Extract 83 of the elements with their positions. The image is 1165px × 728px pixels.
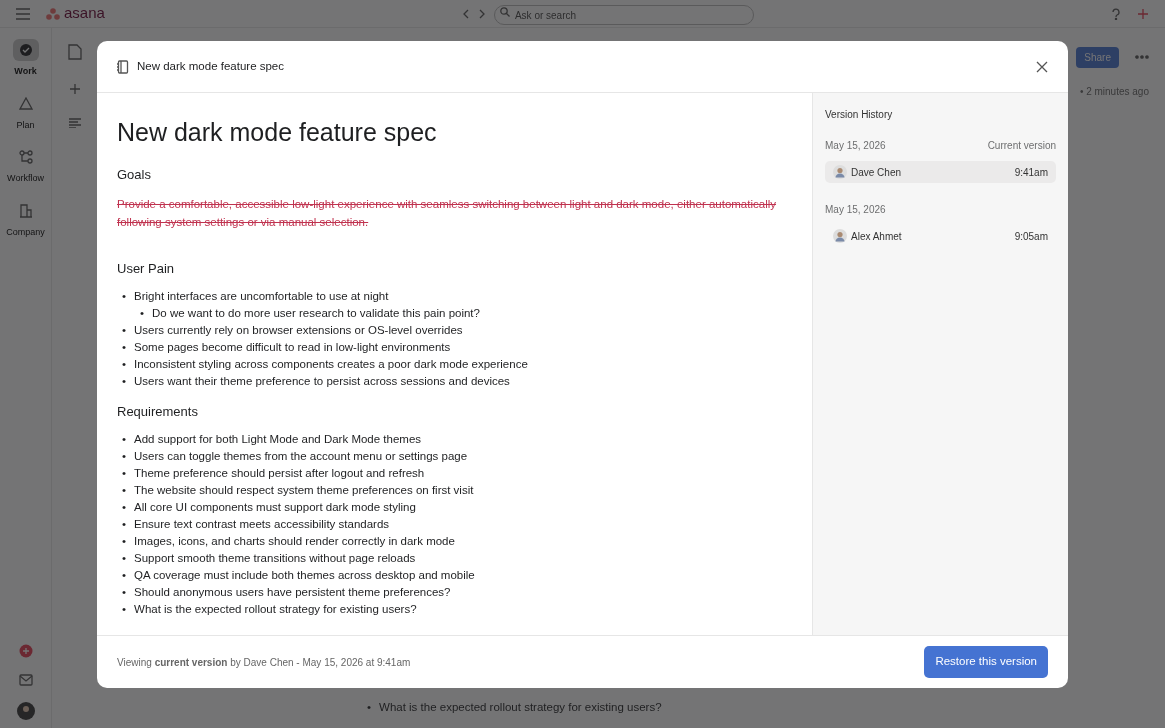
bullet: •: [122, 373, 127, 389]
bullet: •: [122, 567, 127, 583]
version-time: 9:41am: [1014, 165, 1048, 180]
list-item: Some pages become difficult to read in low-light environments: [134, 340, 451, 355]
bullet: •: [122, 340, 127, 355]
search-field[interactable]: Ask or search: [493, 5, 754, 25]
list-item: Should anonymous users have persistent theme preferences?: [134, 584, 451, 600]
share-button[interactable]: Share: [1076, 46, 1119, 68]
bullet: •: [367, 699, 372, 715]
nav-item[interactable]: Plan: [5, 89, 46, 135]
restore-button[interactable]: Restore this version: [924, 646, 1048, 678]
list-item: All core UI components must support dark mode styling: [134, 500, 416, 516]
list-item: What is the expected rollout strategy for existing users?: [134, 601, 417, 617]
check-icon: [18, 43, 33, 57]
nav-item[interactable]: Company: [5, 196, 46, 242]
bullet: •: [122, 483, 127, 499]
version-row[interactable]: Dave Chen 9:41am: [825, 161, 1056, 183]
author-name: Alex Ahmet: [851, 229, 902, 244]
bullet: •: [122, 601, 127, 617]
list-item: Do we want to do more user research to validate this pain point?: [152, 306, 480, 322]
plus-icon[interactable]: [69, 84, 80, 94]
outline-icon[interactable]: [68, 118, 81, 128]
date-label: May 15, 2026: [825, 203, 886, 217]
bullet: •: [122, 289, 127, 305]
help-icon[interactable]: [1111, 7, 1121, 20]
bullet: •: [122, 356, 127, 372]
bullet: •: [122, 500, 127, 516]
back-icon[interactable]: [461, 8, 470, 19]
bullet: •: [122, 517, 127, 533]
list-item: Bright interfaces are uncomfortable to use at night: [134, 289, 389, 305]
nav-item[interactable]: Work: [5, 36, 46, 82]
forward-icon[interactable]: [477, 8, 486, 19]
list-item: The website should respect system theme preferences on first visit: [134, 483, 474, 499]
dialog-title: New dark mode feature spec: [137, 58, 285, 74]
document-heading: New dark mode feature spec: [117, 117, 438, 147]
bullet: •: [122, 534, 127, 549]
avatar-icon[interactable]: [16, 702, 35, 720]
status-text: Viewing current version by Dave Chen - May 15, 2026 at 9:41am: [117, 655, 411, 670]
list-item: Users want their theme preference to persist across sessions and devices: [134, 373, 510, 389]
bullet: •: [122, 449, 127, 465]
list-item: Theme preference should persist after logout and refresh: [134, 466, 425, 482]
triangle-icon: [18, 96, 33, 111]
list-item: Support smooth theme transitions without page reloads: [134, 550, 416, 566]
section-heading: Requirements: [117, 403, 199, 420]
list-item: Add support for both Light Mode and Dark Mode themes: [134, 432, 422, 448]
logo-icon: [46, 7, 60, 20]
bullet: •: [122, 432, 127, 448]
logo-text: asana: [64, 3, 105, 24]
building-icon: [18, 203, 33, 218]
author-name: Dave Chen: [851, 165, 902, 180]
add-icon[interactable]: [18, 644, 33, 658]
date-label: May 15, 2026: [825, 139, 886, 153]
section-heading: User Pain: [117, 260, 176, 277]
nav-item[interactable]: Workflow: [5, 143, 46, 189]
version-label: Current version: [987, 139, 1056, 153]
bullet: •: [122, 323, 127, 338]
list-item: Images, icons, and charts should render correctly in dark mode: [134, 534, 455, 549]
menu-icon[interactable]: [16, 7, 30, 20]
bullet: •: [140, 306, 145, 322]
notebook-icon: [117, 59, 129, 74]
search-icon: [499, 6, 510, 17]
list-item: Inconsistent styling across components creates a poor dark mode experience: [134, 356, 528, 372]
list-item: Users can toggle themes from the account menu or settings page: [134, 449, 468, 465]
mail-icon[interactable]: [18, 674, 33, 686]
panel-title: Version History: [825, 108, 894, 122]
avatar-icon: [833, 165, 847, 179]
version-time: 9:05am: [1014, 229, 1048, 244]
list-item: Ensure text contrast meets accessibility standards: [134, 517, 390, 533]
version-row[interactable]: Alex Ahmet 9:05am: [825, 225, 1056, 247]
avatar-icon: [833, 229, 847, 243]
document-icon[interactable]: [67, 44, 82, 60]
section-heading: Goals: [117, 167, 152, 183]
updated-text: • 2 minutes ago: [1078, 85, 1150, 99]
paragraph: Provide a comfortable, accessible low-light experience with seamless switching between light and dark mode, either automatically following system settings or via manual selection.: [117, 196, 778, 230]
list-item: What is the expected rollout strategy for existing users?: [379, 699, 662, 715]
close-icon[interactable]: [1036, 60, 1048, 73]
bullet: •: [122, 550, 127, 566]
more-icon[interactable]: [1135, 55, 1149, 59]
list-item: Users currently rely on browser extensions or OS-level overrides: [134, 323, 463, 338]
workflow-icon: [18, 150, 33, 164]
bullet: •: [122, 466, 127, 482]
list-item: QA coverage must include both themes across desktop and mobile: [134, 567, 475, 583]
bullet: •: [122, 584, 127, 600]
